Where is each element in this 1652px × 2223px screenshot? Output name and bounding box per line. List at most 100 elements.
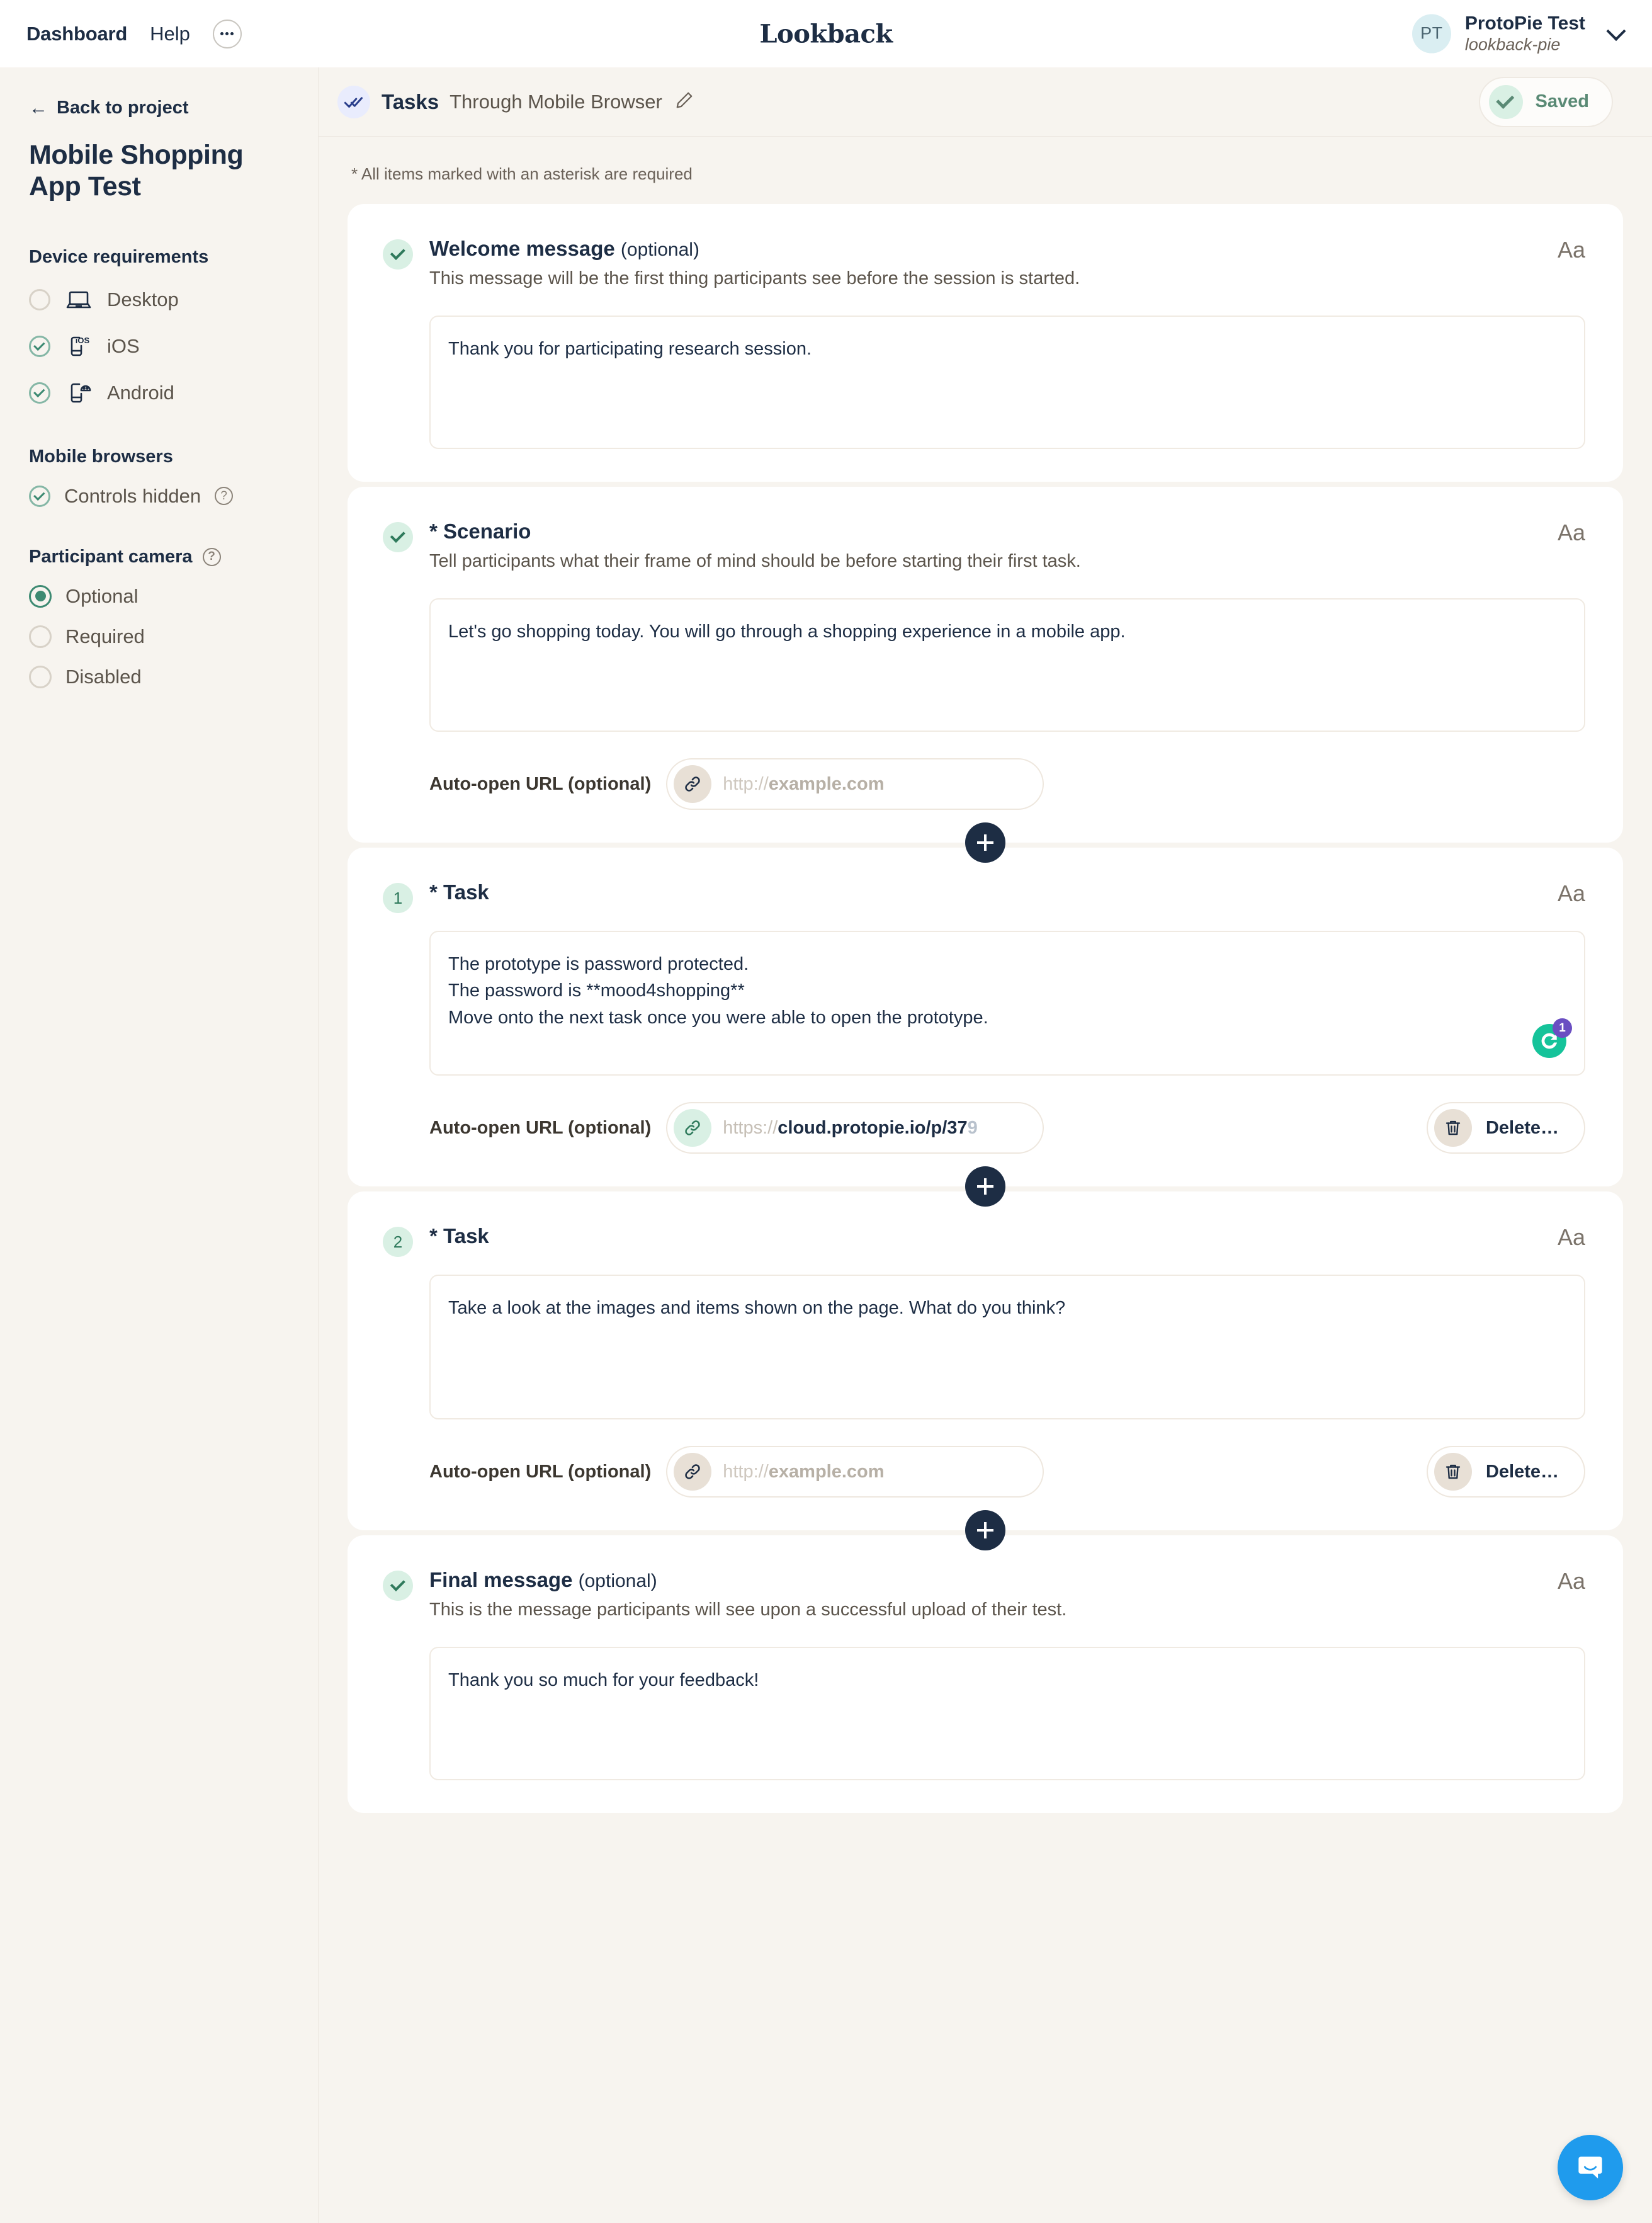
device-option-ios[interactable]: iOS iOS	[29, 332, 289, 361]
status-badge	[383, 237, 429, 449]
add-task-button[interactable]	[965, 1510, 1005, 1550]
auto-open-url-row: Auto-open URL (optional) http://example.…	[429, 1446, 1585, 1498]
auto-open-url-row: Auto-open URL (optional) https://cloud.p…	[429, 1102, 1585, 1154]
auto-open-url-placeholder: http://example.com	[723, 1461, 885, 1482]
grammarly-icon[interactable]: 1	[1532, 1018, 1572, 1058]
mobile-browsers-label: Mobile browsers	[29, 446, 173, 467]
help-icon[interactable]: ?	[215, 487, 234, 506]
task-card-1: Aa 1 * Task The prototype is password pr…	[348, 848, 1623, 1207]
auto-open-url-label: Auto-open URL (optional)	[429, 773, 652, 794]
device-option-label: Android	[107, 381, 174, 404]
delete-task-button[interactable]: Delete…	[1426, 1102, 1585, 1154]
section-title-text: * Scenario	[429, 520, 531, 543]
camera-option-required[interactable]: Required	[29, 625, 289, 648]
tasks-header: Tasks Through Mobile Browser Saved	[319, 67, 1652, 137]
radio-unselected-icon[interactable]	[29, 665, 52, 688]
section-title-text: Final message	[429, 1568, 573, 1591]
section-optional-suffix: (optional)	[578, 1571, 657, 1591]
device-option-android[interactable]: Android	[29, 378, 289, 407]
dot	[220, 32, 224, 35]
checkbox-checked-icon[interactable]	[29, 335, 50, 357]
grammarly-alert-count: 1	[1553, 1018, 1572, 1038]
section-title: Welcome message (optional)	[429, 237, 1585, 261]
auto-open-url-label: Auto-open URL (optional)	[429, 1117, 652, 1138]
more-options-icon[interactable]	[212, 19, 242, 48]
url-tail: 9	[967, 1117, 978, 1138]
scenario-input[interactable]: Let's go shopping today. You will go thr…	[429, 598, 1585, 732]
section-title: * Task	[429, 1224, 1585, 1248]
status-badge	[383, 520, 429, 810]
chevron-down-icon[interactable]	[1606, 21, 1626, 42]
top-nav-links: Dashboard Help	[0, 19, 242, 48]
scenario-card: Aa * Scenario Tell participants what the…	[348, 487, 1623, 863]
radio-selected-icon[interactable]	[29, 584, 52, 608]
tasks-title: Tasks	[382, 89, 439, 113]
link-icon	[674, 765, 712, 803]
auto-open-url-input[interactable]: https://cloud.protopie.io/p/379	[666, 1102, 1044, 1154]
device-option-desktop[interactable]: Desktop	[29, 285, 289, 314]
nav-help-link[interactable]: Help	[150, 23, 190, 45]
camera-option-label: Disabled	[65, 665, 142, 688]
device-requirements-label: Device requirements	[29, 246, 209, 267]
intercom-chat-icon[interactable]	[1558, 2135, 1623, 2200]
participant-camera-heading: Participant camera ?	[29, 547, 289, 567]
welcome-message-card: Aa Welcome message (optional) This messa…	[348, 204, 1623, 482]
avatar: PT	[1412, 14, 1451, 54]
lookback-logo: Lookback	[759, 19, 893, 48]
welcome-message-input[interactable]: Thank you for participating research ses…	[429, 316, 1585, 449]
section-description: This message will be the first thing par…	[429, 268, 1080, 288]
final-message-input[interactable]: Thank you so much for your feedback!	[429, 1647, 1585, 1780]
save-status-badge: Saved	[1478, 76, 1613, 127]
camera-option-label: Optional	[65, 584, 139, 607]
add-task-button[interactable]	[965, 822, 1005, 863]
device-option-label: iOS	[107, 334, 140, 357]
text-format-icon[interactable]: Aa	[1558, 520, 1585, 546]
check-icon	[383, 1571, 413, 1601]
section-optional-suffix: (optional)	[620, 239, 699, 260]
svg-text:iOS: iOS	[76, 336, 90, 345]
back-to-project-label: Back to project	[57, 98, 189, 118]
camera-option-label: Required	[65, 625, 145, 647]
section-title: * Scenario	[429, 520, 1585, 543]
help-icon[interactable]: ?	[202, 547, 221, 566]
task-input-2[interactable]: Take a look at the images and items show…	[429, 1275, 1585, 1419]
auto-open-url-input[interactable]: http://example.com	[666, 758, 1044, 810]
pencil-icon[interactable]	[675, 91, 694, 113]
nav-dashboard-link[interactable]: Dashboard	[26, 23, 127, 45]
section-description: This is the message participants will se…	[429, 1600, 1067, 1620]
checkbox-unchecked-icon[interactable]	[29, 288, 50, 310]
text-format-icon[interactable]: Aa	[1558, 880, 1585, 907]
camera-option-disabled[interactable]: Disabled	[29, 665, 289, 688]
top-navigation-bar: Dashboard Help Lookback PT ProtoPie Test…	[0, 0, 1652, 67]
status-badge: 1	[383, 880, 429, 1154]
page-title: Mobile Shopping App Test	[29, 140, 244, 202]
checkbox-checked-icon[interactable]	[29, 485, 50, 507]
section-title-text: Welcome message	[429, 237, 615, 260]
checkbox-checked-icon[interactable]	[29, 382, 50, 404]
main-content: Tasks Through Mobile Browser Saved * All…	[319, 67, 1652, 2223]
auto-open-url-input[interactable]: http://example.com	[666, 1446, 1044, 1498]
back-to-project-link[interactable]: ← Back to project	[29, 98, 289, 118]
mobile-browsers-heading: Mobile browsers	[29, 446, 289, 467]
auto-open-url-placeholder: http://example.com	[723, 773, 885, 794]
account-name: ProtoPie Test	[1464, 13, 1585, 34]
account-menu[interactable]: PT ProtoPie Test lookback-pie	[1412, 13, 1626, 55]
camera-option-optional[interactable]: Optional	[29, 584, 289, 608]
delete-task-button[interactable]: Delete…	[1426, 1446, 1585, 1498]
text-format-icon[interactable]: Aa	[1558, 1568, 1585, 1595]
final-message-card: Aa Final message (optional) This is the …	[348, 1535, 1623, 1813]
text-format-icon[interactable]: Aa	[1558, 1224, 1585, 1251]
task-input-1[interactable]: The prototype is password protected. The…	[429, 931, 1585, 1076]
laptop-icon	[64, 285, 93, 314]
android-phone-icon	[64, 378, 93, 407]
text-format-icon[interactable]: Aa	[1558, 237, 1585, 263]
save-status-label: Saved	[1535, 91, 1589, 111]
add-task-button[interactable]	[965, 1166, 1005, 1207]
auto-open-url-value: https://cloud.protopie.io/p/379	[723, 1118, 977, 1139]
sidebar: ← Back to project Mobile Shopping App Te…	[0, 67, 319, 2223]
ios-phone-icon: iOS	[64, 332, 93, 361]
mobile-browser-option-controls-hidden[interactable]: Controls hidden ?	[29, 485, 289, 508]
radio-unselected-icon[interactable]	[29, 625, 52, 648]
